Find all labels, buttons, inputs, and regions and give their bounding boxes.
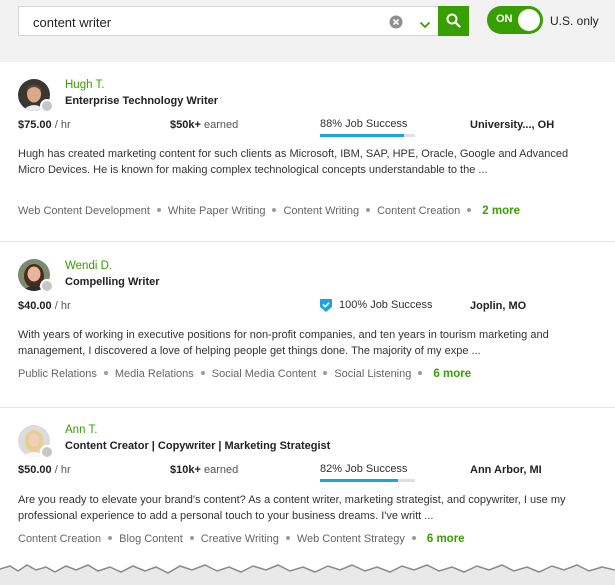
toggle-knob <box>518 9 540 31</box>
search-input[interactable] <box>33 13 373 31</box>
freelancer-title: Enterprise Technology Writer <box>65 95 219 107</box>
job-success-label: 100% Job Success <box>339 299 433 311</box>
us-only-label: U.S. only <box>550 14 599 28</box>
freelancer-card[interactable]: Ann T. Content Creator | Copywriter | Ma… <box>0 408 615 555</box>
total-earned: $10k+ earned <box>170 464 239 476</box>
presence-indicator <box>40 279 54 293</box>
skill-tag[interactable]: Social Media Content <box>212 368 317 380</box>
hourly-rate: $40.00 / hr <box>18 300 71 312</box>
more-skills-link[interactable]: 6 more <box>427 533 465 545</box>
hourly-rate: $75.00 / hr <box>18 119 71 131</box>
description: With years of working in executive posit… <box>18 329 549 357</box>
freelancer-card[interactable]: Wendi D. Compelling Writer $40.00 / hr 1… <box>0 242 615 408</box>
presence-indicator <box>40 445 54 459</box>
us-only-toggle[interactable]: ON <box>487 6 543 34</box>
total-earned: $50k+ earned <box>170 119 239 131</box>
search-button[interactable] <box>438 6 469 36</box>
skill-tag[interactable]: Content Creation <box>377 205 460 217</box>
clear-search-icon[interactable] <box>389 15 403 29</box>
job-success-fill <box>320 479 398 482</box>
location: Joplin, MO <box>470 300 527 312</box>
skills-list: Content Creation Blog Content Creative Wri… <box>18 533 465 545</box>
description: Hugh has created marketing content for s… <box>18 148 569 176</box>
skill-tag[interactable]: White Paper Writing <box>168 205 266 217</box>
freelancer-title: Compelling Writer <box>65 276 160 288</box>
search-icon <box>446 13 461 28</box>
skill-tag[interactable]: Public Relations <box>18 368 97 380</box>
more-skills-link[interactable]: 6 more <box>433 368 471 380</box>
skill-tag[interactable]: Creative Writing <box>201 533 279 545</box>
job-success-bar <box>320 134 415 137</box>
more-skills-link[interactable]: 2 more <box>482 205 520 217</box>
search-box <box>18 6 438 36</box>
skill-tag[interactable]: Blog Content <box>119 533 183 545</box>
skill-tag[interactable]: Media Relations <box>115 368 194 380</box>
skills-list: Public Relations Media Relations Social Me… <box>18 368 471 380</box>
freelancer-name[interactable]: Wendi D. <box>65 260 112 272</box>
hourly-rate: $50.00 / hr <box>18 464 71 476</box>
job-success-label: 82% Job Success <box>320 463 408 475</box>
chevron-down-icon[interactable] <box>419 17 431 29</box>
torn-edge <box>0 564 615 585</box>
skill-tag[interactable]: Web Content Development <box>18 205 150 217</box>
job-success-fill <box>320 134 404 137</box>
freelancer-name[interactable]: Ann T. <box>65 424 97 436</box>
description: Are you ready to elevate your brand's co… <box>18 494 566 522</box>
skill-tag[interactable]: Content Writing <box>283 205 359 217</box>
skills-list: Web Content Development White Paper Writi… <box>18 205 520 217</box>
skill-tag[interactable]: Content Creation <box>18 533 101 545</box>
toggle-label: ON <box>496 13 513 25</box>
skill-tag[interactable]: Social Listening <box>334 368 411 380</box>
location: University..., OH <box>470 119 555 131</box>
presence-indicator <box>40 99 54 113</box>
freelancer-name[interactable]: Hugh T. <box>65 79 104 91</box>
search-toolbar: ON U.S. only <box>0 0 615 62</box>
skill-tag[interactable]: Web Content Strategy <box>297 533 405 545</box>
freelancer-card[interactable]: Hugh T. Enterprise Technology Writer $75… <box>0 62 615 242</box>
job-success-bar <box>320 479 415 482</box>
job-success-label: 88% Job Success <box>320 118 408 130</box>
top-rated-badge-icon <box>320 299 332 312</box>
freelancer-title: Content Creator | Copywriter | Marketing… <box>65 440 331 452</box>
location: Ann Arbor, MI <box>470 464 542 476</box>
